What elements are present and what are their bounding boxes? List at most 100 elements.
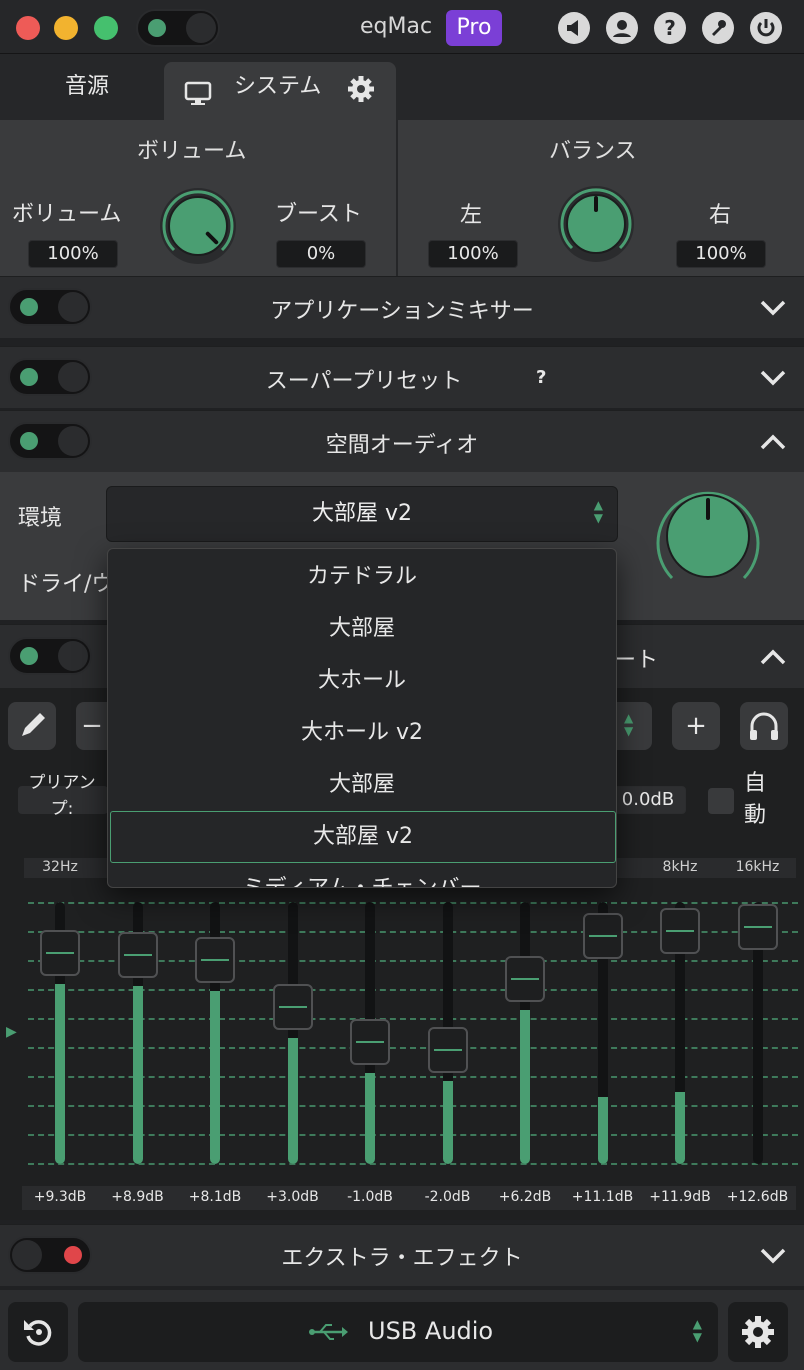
preamp-label: プリアンプ: <box>28 773 96 819</box>
balance-left-label: 左 <box>460 203 483 228</box>
band-slider-fill <box>442 1081 453 1164</box>
band-slider-thumb[interactable] <box>350 1018 390 1065</box>
environment-option[interactable]: カテドラル <box>108 551 616 603</box>
equalizer-toggle[interactable] <box>8 637 92 675</box>
auto-checkbox[interactable] <box>708 788 734 814</box>
band-slider-fill <box>132 986 143 1164</box>
volume-value-field[interactable]: 100% <box>28 240 118 268</box>
band-gain-label: +3.0dB <box>266 1189 319 1205</box>
band-slider-thumb[interactable] <box>737 904 778 951</box>
environment-option[interactable]: 大部屋 <box>108 759 616 811</box>
headphones-icon[interactable] <box>740 702 788 750</box>
band-slider-thumb[interactable] <box>505 956 545 1002</box>
band-slider-thumb[interactable] <box>272 984 313 1031</box>
spatial-audio-title: 空間オーディオ <box>325 433 479 458</box>
balance-right-value[interactable]: 100% <box>676 240 766 268</box>
band-slider-track[interactable] <box>287 902 298 1164</box>
super-preset-header[interactable]: スーパープリセット ? <box>0 346 804 408</box>
environment-option[interactable]: 大部屋 <box>108 603 616 655</box>
tab-system-label: システム <box>234 74 322 99</box>
app-mixer-header[interactable]: アプリケーションミキサー <box>0 276 804 338</box>
reset-icon[interactable] <box>8 1302 68 1362</box>
band-slider-fill <box>675 1092 685 1164</box>
chevron-up-icon[interactable] <box>758 642 788 672</box>
balance-right-label: 右 <box>709 203 732 228</box>
chevron-up-icon[interactable] <box>758 427 788 457</box>
balance-title: バランス <box>549 139 637 164</box>
band-slider-thumb[interactable] <box>40 930 80 977</box>
band-gain-label: +11.9dB <box>649 1189 711 1205</box>
app-mixer-title: アプリケーションミキサー <box>270 299 534 324</box>
super-preset-title: スーパープリセット <box>265 369 463 394</box>
band-frequency: 16kHz <box>735 859 780 875</box>
boost-label: ブースト <box>275 202 362 227</box>
volume-knob[interactable] <box>160 188 236 264</box>
zero-marker-icon: ▶ <box>6 1024 17 1040</box>
preamp-value[interactable]: 0.0dB <box>610 786 686 814</box>
help-icon[interactable]: ? <box>654 12 686 44</box>
environment-select[interactable]: 大部屋 v2 ▲ ▼ <box>106 486 618 542</box>
environment-label: 環境 <box>18 506 63 531</box>
select-stepper-icon: ▲ ▼ <box>692 1317 702 1344</box>
usb-icon <box>308 1319 350 1349</box>
zoom-window-button[interactable] <box>94 16 118 40</box>
chevron-down-icon[interactable] <box>758 363 788 393</box>
power-icon[interactable] <box>750 12 782 44</box>
monitor-icon <box>184 76 212 126</box>
wrench-icon[interactable] <box>702 12 734 44</box>
band-slider-thumb[interactable] <box>660 908 700 955</box>
pencil-icon[interactable] <box>8 702 56 750</box>
boost-value-field[interactable]: 0% <box>276 240 366 268</box>
gear-icon[interactable] <box>346 73 376 123</box>
tab-source[interactable]: 音源 <box>30 62 144 120</box>
output-device-name: USB Audio <box>368 1317 494 1345</box>
band-slider-fill <box>210 990 220 1164</box>
chevron-down-icon[interactable] <box>758 1241 788 1271</box>
band-gain-label: +6.2dB <box>498 1189 552 1205</box>
spatial-audio-header[interactable]: 空間オーディオ <box>0 410 804 472</box>
dry-wet-label: ドライ/ウ <box>18 572 114 597</box>
extra-effects-header[interactable]: エクストラ・エフェクト <box>0 1224 804 1286</box>
balance-left-value[interactable]: 100% <box>428 240 518 268</box>
tab-system[interactable]: システム <box>164 62 396 120</box>
add-preset-button[interactable]: + <box>672 702 720 750</box>
environment-option[interactable]: 大部屋 v2 <box>110 811 616 863</box>
settings-gear-icon[interactable] <box>728 1302 788 1362</box>
balance-knob[interactable] <box>558 186 634 262</box>
environment-option[interactable]: ミディアム・チェンバー <box>108 863 616 887</box>
band-slider-fill <box>287 1038 298 1164</box>
divider <box>396 120 398 276</box>
band-slider-thumb[interactable] <box>427 1027 468 1074</box>
account-icon[interactable] <box>606 12 638 44</box>
band-gain-label: +9.3dB <box>33 1189 87 1205</box>
band-slider-fill <box>520 1010 530 1164</box>
band-slider-track[interactable] <box>520 902 530 1164</box>
band-gain-label: +8.1dB <box>188 1189 242 1205</box>
pro-badge: Pro <box>446 10 502 46</box>
band-frequency: 32Hz <box>42 859 78 875</box>
band-gain-label: -2.0dB <box>424 1189 471 1205</box>
auto-label: 自動 <box>744 771 767 828</box>
band-gain-label: +8.9dB <box>111 1189 164 1205</box>
band-slider-fill <box>597 1096 608 1164</box>
megaphone-icon[interactable] <box>558 12 590 44</box>
close-window-button[interactable] <box>16 16 40 40</box>
band-slider-thumb[interactable] <box>117 932 158 979</box>
extra-effects-title: エクストラ・エフェクト <box>281 1246 523 1271</box>
band-frequency: 8kHz <box>662 859 698 875</box>
band-slider-fill <box>55 984 65 1164</box>
dry-wet-knob[interactable] <box>652 486 764 590</box>
output-device-select[interactable]: USB Audio ▲ ▼ <box>78 1302 718 1362</box>
environment-option[interactable]: 大ホール v2 <box>108 707 616 759</box>
environment-option[interactable]: 大ホール <box>108 655 616 707</box>
band-slider-thumb[interactable] <box>582 912 623 959</box>
chevron-down-icon[interactable] <box>758 293 788 323</box>
super-preset-help[interactable]: ? <box>536 367 546 388</box>
minimize-window-button[interactable] <box>54 16 78 40</box>
equalizer-title: ート <box>614 648 659 673</box>
band-slider-fill <box>365 1072 375 1164</box>
remove-preset-button[interactable]: − <box>76 702 108 750</box>
environment-value: 大部屋 v2 <box>311 501 412 526</box>
band-slider-thumb[interactable] <box>195 936 235 983</box>
eqmac-power-toggle[interactable] <box>136 9 220 47</box>
